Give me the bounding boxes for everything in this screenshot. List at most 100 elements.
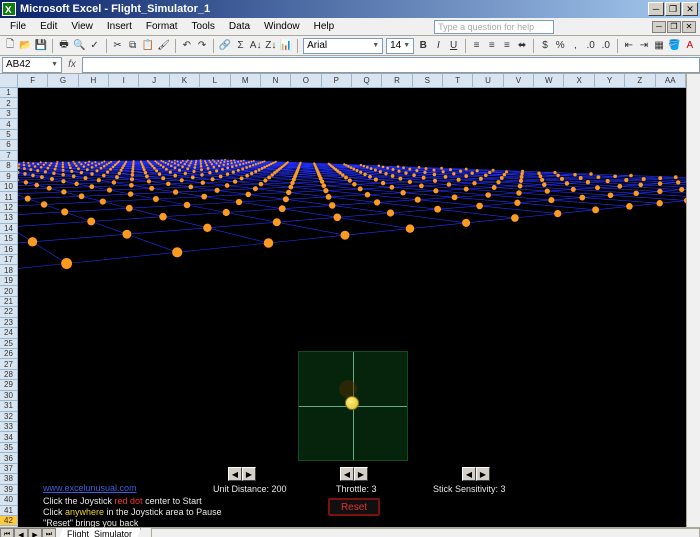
redo-icon[interactable]: ↷ (196, 38, 208, 54)
chart-viewport[interactable]: ◀ ▶ Unit Distance: 200 ◀ ▶ Throttle: 3 ◀… (18, 88, 686, 527)
row-header[interactable]: 21 (0, 297, 17, 307)
column-header[interactable]: O (291, 74, 321, 88)
unit-distance-increment[interactable]: ▶ (242, 467, 256, 481)
save-icon[interactable]: 💾 (35, 38, 47, 54)
doc-close-button[interactable]: ✕ (682, 21, 696, 33)
tab-prev-button[interactable]: ◀ (14, 528, 28, 537)
horizontal-scrollbar[interactable] (151, 528, 700, 537)
currency-icon[interactable]: $ (539, 38, 551, 54)
row-header[interactable]: 38 (0, 474, 17, 484)
row-header[interactable]: 24 (0, 328, 17, 338)
select-all-button[interactable] (0, 74, 17, 88)
row-header[interactable]: 8 (0, 161, 17, 171)
align-left-icon[interactable]: ≡ (470, 38, 482, 54)
throttle-increment[interactable]: ▶ (354, 467, 368, 481)
row-header[interactable]: 18 (0, 265, 17, 275)
row-header[interactable]: 7 (0, 151, 17, 161)
sort-desc-icon[interactable]: Z↓ (265, 38, 277, 54)
column-header[interactable]: K (170, 74, 200, 88)
row-header[interactable]: 28 (0, 370, 17, 380)
row-header[interactable]: 11 (0, 192, 17, 202)
row-header[interactable]: 1 (0, 88, 17, 98)
font-name-select[interactable]: Arial▼ (303, 38, 383, 54)
decrease-indent-icon[interactable]: ⇤ (623, 38, 635, 54)
row-header[interactable]: 15 (0, 234, 17, 244)
row-header[interactable]: 34 (0, 432, 17, 442)
hyperlink-icon[interactable]: 🔗 (219, 38, 231, 54)
row-header[interactable]: 37 (0, 464, 17, 474)
menu-file[interactable]: File (4, 20, 32, 33)
row-header[interactable]: 31 (0, 401, 17, 411)
comma-icon[interactable]: , (569, 38, 581, 54)
underline-button[interactable]: U (448, 38, 460, 54)
row-header[interactable]: 36 (0, 453, 17, 463)
menu-insert[interactable]: Insert (101, 20, 138, 33)
row-header[interactable]: 22 (0, 307, 17, 317)
joystick-ball[interactable] (345, 396, 359, 410)
column-header[interactable]: Z (625, 74, 655, 88)
percent-icon[interactable]: % (554, 38, 566, 54)
format-painter-icon[interactable]: 🖌 (157, 38, 170, 54)
website-link[interactable]: www.excelunusual.com (43, 483, 137, 493)
column-header[interactable]: P (322, 74, 352, 88)
row-header[interactable]: 13 (0, 213, 17, 223)
stick-sens-decrement[interactable]: ◀ (462, 467, 476, 481)
tab-first-button[interactable]: ⏮ (0, 528, 14, 537)
sheet-tab-flight-simulator[interactable]: Flight_Simulator (58, 528, 141, 537)
column-header[interactable]: Y (595, 74, 625, 88)
row-header[interactable]: 23 (0, 318, 17, 328)
spell-icon[interactable]: ✓ (89, 38, 101, 54)
autosum-icon[interactable]: Σ (234, 38, 246, 54)
column-header[interactable]: M (231, 74, 261, 88)
row-header[interactable]: 40 (0, 495, 17, 505)
menu-data[interactable]: Data (223, 20, 256, 33)
row-header[interactable]: 16 (0, 245, 17, 255)
close-button[interactable]: ✕ (682, 2, 698, 16)
row-header[interactable]: 30 (0, 391, 17, 401)
column-header[interactable]: L (200, 74, 230, 88)
row-header[interactable]: 14 (0, 224, 17, 234)
row-header[interactable]: 29 (0, 380, 17, 390)
column-header[interactable]: I (109, 74, 139, 88)
font-size-select[interactable]: 14▼ (386, 38, 414, 54)
row-header[interactable]: 42 (0, 516, 17, 526)
joystick-pad[interactable] (298, 351, 408, 461)
column-header[interactable]: X (564, 74, 594, 88)
column-header[interactable]: V (504, 74, 534, 88)
reset-button[interactable]: Reset (328, 498, 380, 516)
column-header[interactable]: R (382, 74, 412, 88)
copy-icon[interactable]: ⧉ (127, 38, 139, 54)
column-header[interactable]: S (413, 74, 443, 88)
column-header[interactable]: J (139, 74, 169, 88)
row-header[interactable]: 33 (0, 422, 17, 432)
row-header[interactable]: 19 (0, 276, 17, 286)
throttle-decrement[interactable]: ◀ (340, 467, 354, 481)
menu-view[interactable]: View (65, 20, 99, 33)
menu-window[interactable]: Window (258, 20, 306, 33)
minimize-button[interactable]: ─ (648, 2, 664, 16)
row-header[interactable]: 25 (0, 339, 17, 349)
tab-last-button[interactable]: ⏭ (42, 528, 56, 537)
row-header[interactable]: 20 (0, 286, 17, 296)
doc-restore-button[interactable]: ❐ (667, 21, 681, 33)
maximize-button[interactable]: ❐ (665, 2, 681, 16)
unit-distance-decrement[interactable]: ◀ (228, 467, 242, 481)
vertical-scrollbar[interactable] (686, 74, 700, 527)
row-header[interactable]: 10 (0, 182, 17, 192)
sort-asc-icon[interactable]: A↓ (250, 38, 262, 54)
column-header[interactable]: Q (352, 74, 382, 88)
row-header[interactable]: 5 (0, 130, 17, 140)
align-center-icon[interactable]: ≡ (486, 38, 498, 54)
bold-button[interactable]: B (417, 38, 429, 54)
merge-center-icon[interactable]: ⬌ (516, 38, 528, 54)
decrease-decimal-icon[interactable]: .0 (600, 38, 612, 54)
row-header[interactable]: 39 (0, 485, 17, 495)
menu-edit[interactable]: Edit (34, 20, 63, 33)
fill-color-icon[interactable]: 🪣 (668, 38, 680, 54)
row-header[interactable]: 2 (0, 98, 17, 108)
row-header[interactable]: 3 (0, 109, 17, 119)
column-header[interactable]: T (443, 74, 473, 88)
row-header[interactable]: 27 (0, 359, 17, 369)
print-icon[interactable]: 🖶 (58, 38, 70, 54)
column-header[interactable]: AA (656, 74, 686, 88)
